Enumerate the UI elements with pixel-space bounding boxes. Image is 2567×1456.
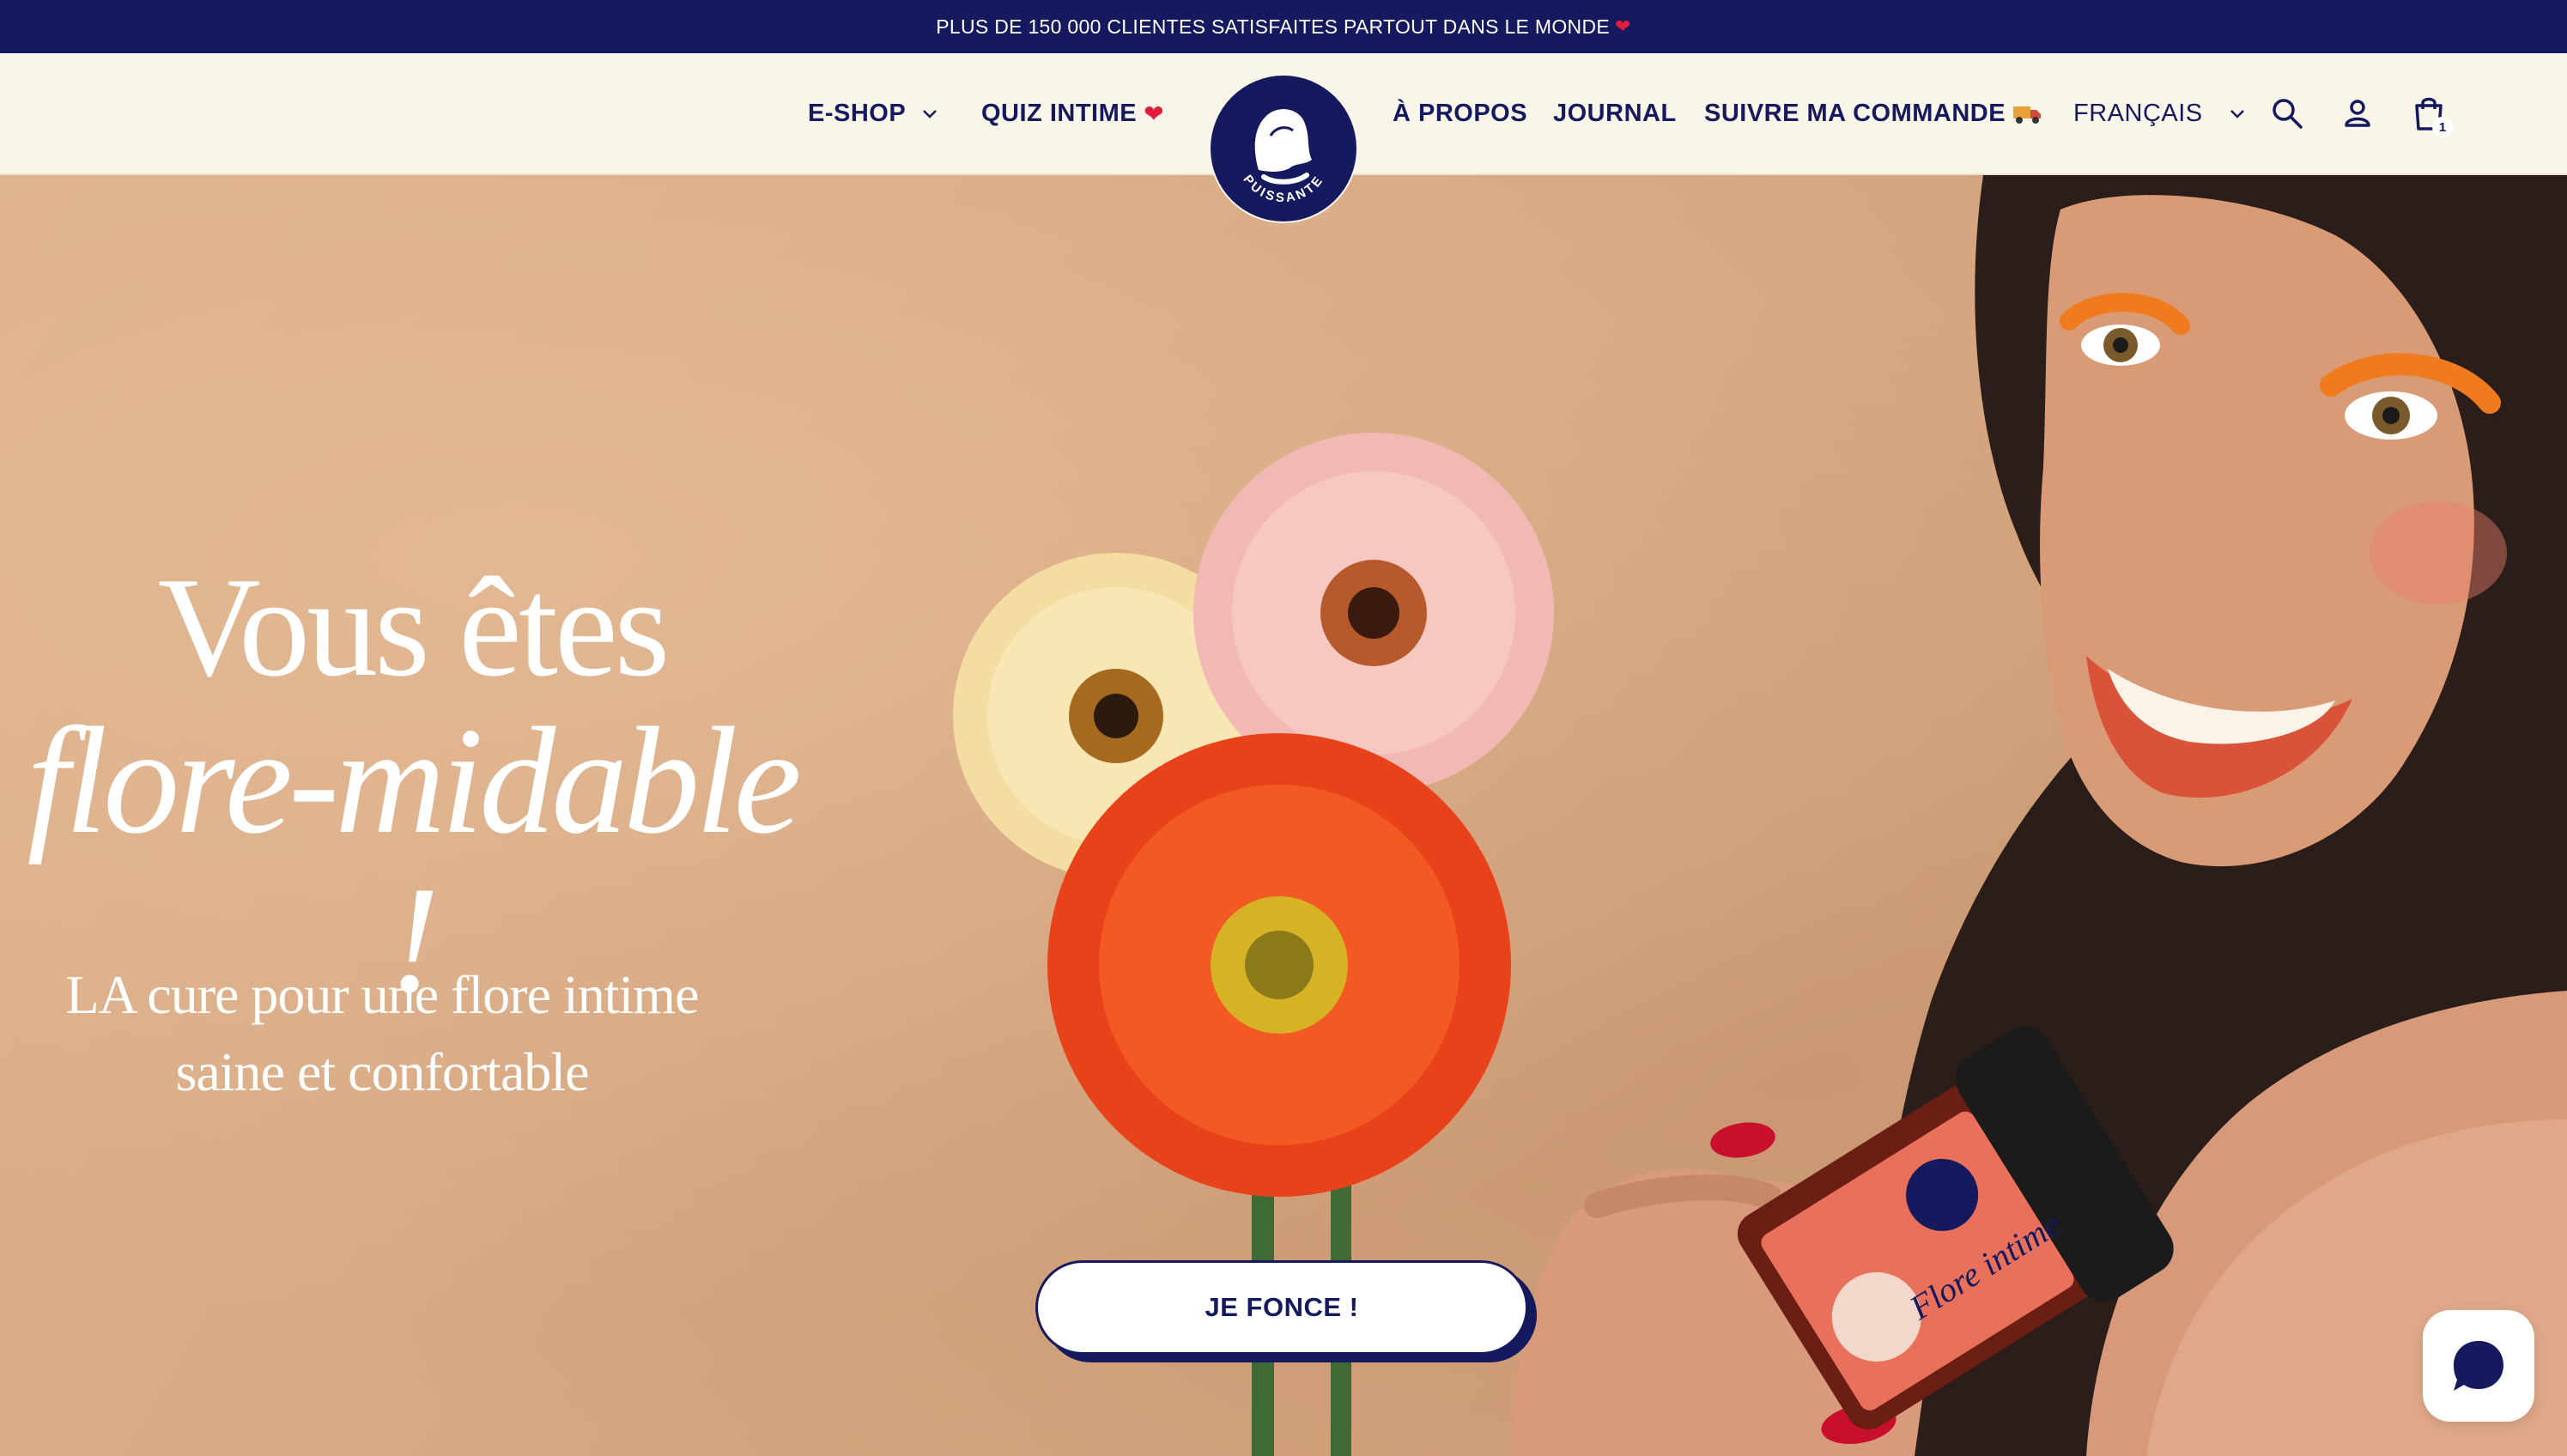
brand-logo[interactable]: PUISSANTE: [1211, 76, 1356, 221]
language-label: FRANÇAIS: [2073, 99, 2203, 127]
nav-track-order[interactable]: SUIVRE MA COMMANDE: [1704, 53, 2042, 173]
brand-logo-mark: PUISSANTE: [1240, 109, 1326, 206]
chat-bubble-icon: [2454, 1341, 2503, 1391]
user-icon: [2345, 100, 2370, 127]
nav-about-label: À PROPOS: [1393, 99, 1528, 127]
heart-icon: ❤: [1144, 100, 1165, 127]
nav-quiz[interactable]: QUIZ INTIME ❤: [981, 53, 1164, 173]
nav-journal-label: JOURNAL: [1553, 99, 1677, 127]
hero-subtitle-line2: saine et confortable: [175, 1040, 589, 1102]
heart-icon: ❤: [1615, 15, 1631, 37]
truck-icon: [2013, 106, 2042, 124]
chat-widget-button[interactable]: [2423, 1310, 2534, 1422]
search-button[interactable]: [2265, 91, 2309, 136]
nav-eshop[interactable]: E-SHOP: [808, 53, 940, 173]
hero-title: Vous êtes flore-midable !: [0, 553, 824, 1019]
nav-quiz-label: QUIZ INTIME: [981, 99, 1138, 127]
nav-about[interactable]: À PROPOS: [1393, 53, 1527, 173]
cta-button[interactable]: JE FONCE !: [1035, 1260, 1528, 1355]
hero-subtitle-line1: LA cure pour une flore intime: [65, 964, 700, 1025]
cart-button[interactable]: 1: [2406, 91, 2453, 137]
language-selector[interactable]: FRANÇAIS: [2073, 53, 2248, 173]
hero-subtitle: LA cure pour une flore intime saine et c…: [34, 956, 730, 1110]
search-icon: [2273, 99, 2303, 129]
cart-count-badge: 1: [2432, 117, 2453, 137]
account-button[interactable]: [2335, 91, 2380, 136]
chevron-down-icon: [923, 110, 938, 118]
nav-journal[interactable]: JOURNAL: [1553, 53, 1677, 173]
hero-title-line1: Vous êtes: [157, 548, 671, 706]
nav-track-label: SUIVRE MA COMMANDE: [1704, 99, 2006, 127]
chevron-down-icon: [2230, 110, 2244, 118]
announcement-text: PLUS DE 150 000 CLIENTES SATISFAITES PAR…: [936, 15, 1610, 38]
svg-text:PUISSANTE: PUISSANTE: [1240, 173, 1326, 206]
announcement-bar: PLUS DE 150 000 CLIENTES SATISFAITES PAR…: [0, 0, 2567, 53]
nav-eshop-label: E-SHOP: [808, 99, 907, 127]
